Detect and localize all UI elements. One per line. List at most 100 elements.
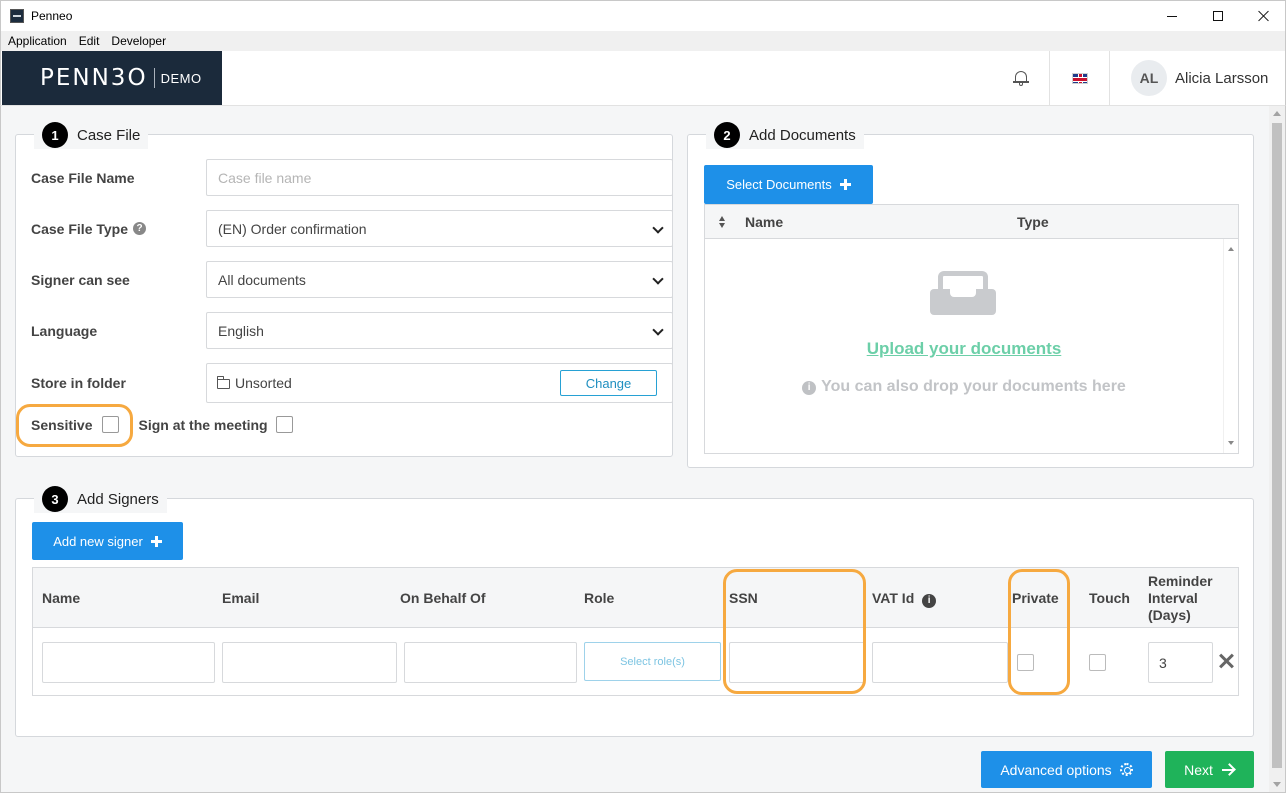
sort-icon[interactable] — [719, 216, 726, 228]
folder-field: Unsorted Change — [206, 363, 673, 403]
plus-icon — [839, 179, 851, 190]
column-header-on-behalf-of: On Behalf Of — [400, 590, 486, 606]
signer-name-input[interactable] — [42, 642, 215, 683]
page-scrollbar[interactable] — [1269, 106, 1285, 792]
private-highlight — [1008, 569, 1070, 695]
inbox-icon — [930, 271, 996, 315]
window-titlebar: Penneo — [0, 0, 1286, 31]
avatar: AL — [1131, 60, 1167, 96]
case-file-type-label: Case File Type ? — [31, 221, 191, 237]
step-number: 1 — [42, 122, 68, 148]
add-new-signer-label: Add new signer — [53, 533, 143, 549]
column-header-touch: Touch — [1089, 590, 1130, 606]
arrow-right-icon — [1221, 764, 1235, 776]
scroll-down-icon[interactable] — [1273, 782, 1281, 787]
advanced-options-button[interactable]: Advanced options — [981, 751, 1152, 788]
scroll-up-icon[interactable] — [1228, 247, 1234, 251]
uk-flag-icon — [1071, 72, 1088, 84]
language-row: Language English — [31, 312, 673, 349]
language-label: Language — [31, 322, 98, 339]
reminder-label-line2: Interval — [1148, 590, 1198, 606]
user-name: Alicia Larsson — [1175, 69, 1269, 87]
notifications-button[interactable] — [993, 51, 1050, 105]
signer-email-input[interactable] — [222, 642, 397, 683]
case-file-legend: 1 Case File — [34, 121, 149, 149]
scroll-up-icon[interactable] — [1273, 111, 1281, 116]
column-header-type[interactable]: Type — [1017, 214, 1049, 230]
menu-bar: Application Edit Developer — [0, 31, 1286, 51]
menu-edit[interactable]: Edit — [79, 34, 100, 48]
column-header-role: Role — [584, 590, 615, 606]
column-header-name[interactable]: Name — [745, 214, 783, 230]
column-header-email: Email — [222, 590, 260, 606]
signer-can-see-label: Signer can see — [31, 271, 130, 288]
brand-logo[interactable]: PENN3O DEMO — [2, 51, 222, 105]
step-number: 3 — [42, 486, 68, 512]
bell-icon — [1013, 70, 1029, 86]
step-number: 2 — [714, 122, 740, 148]
add-signers-legend: 3 Add Signers — [34, 485, 167, 513]
documents-table: Name Type Upload your documents i You can… — [704, 204, 1239, 454]
case-file-name-label: Case File Name — [31, 169, 135, 186]
info-icon[interactable]: i — [922, 594, 937, 608]
close-icon — [1258, 10, 1270, 22]
next-button[interactable]: Next — [1165, 751, 1254, 788]
signer-can-see-row: Signer can see All documents — [31, 261, 673, 298]
signer-can-see-value: All documents — [218, 271, 306, 288]
penneo-app-icon — [10, 9, 24, 23]
minimize-button[interactable] — [1149, 1, 1195, 31]
language-value: English — [218, 322, 264, 339]
sign-at-meeting-checkbox[interactable] — [275, 416, 293, 433]
drop-hint: i You can also drop your documents here — [705, 378, 1223, 396]
user-menu[interactable]: AL Alicia Larsson — [1110, 51, 1286, 105]
column-header-reminder: Reminder Interval (Days) — [1148, 573, 1213, 624]
signer-touch-checkbox[interactable] — [1089, 654, 1106, 671]
gear-icon — [1119, 763, 1133, 776]
environment-label: DEMO — [160, 70, 202, 86]
reminder-interval-input[interactable]: 3 — [1148, 642, 1213, 683]
select-documents-label: Select Documents — [726, 177, 832, 192]
case-file-name-input[interactable]: Case file name — [206, 159, 673, 196]
maximize-button[interactable] — [1195, 1, 1241, 31]
scrollbar-thumb[interactable] — [1272, 123, 1282, 768]
documents-scrollbar[interactable] — [1223, 239, 1238, 453]
next-label: Next — [1184, 761, 1213, 778]
upload-documents-link[interactable]: Upload your documents — [705, 339, 1223, 359]
case-file-type-select[interactable]: (EN) Order confirmation — [206, 210, 673, 247]
maximize-icon — [1213, 11, 1223, 21]
signer-can-see-select[interactable]: All documents — [206, 261, 673, 298]
case-file-type-value: (EN) Order confirmation — [218, 220, 367, 237]
scroll-down-icon[interactable] — [1228, 441, 1234, 445]
language-select[interactable]: English — [206, 312, 673, 349]
folder-icon — [217, 376, 230, 389]
column-header-name: Name — [42, 590, 81, 606]
documents-table-header: Name Type — [705, 205, 1238, 239]
add-signers-title: Add Signers — [77, 490, 159, 508]
window-title: Penneo — [31, 9, 73, 23]
change-folder-button[interactable]: Change — [560, 370, 657, 396]
add-documents-title: Add Documents — [749, 126, 856, 144]
signer-vat-id-input[interactable] — [872, 642, 1008, 683]
close-window-button[interactable] — [1241, 1, 1286, 31]
menu-developer[interactable]: Developer — [111, 34, 166, 48]
sensitive-highlight — [16, 404, 133, 447]
store-folder-label: Store in folder — [31, 375, 126, 391]
signer-on-behalf-of-input[interactable] — [404, 642, 577, 683]
folder-value: Unsorted — [235, 375, 292, 391]
info-icon: i — [802, 381, 817, 395]
app-header: PENN3O DEMO AL Alicia Larsson — [0, 51, 1286, 106]
help-icon[interactable]: ? — [133, 222, 147, 235]
add-documents-legend: 2 Add Documents — [706, 121, 864, 149]
chevron-down-icon — [652, 273, 664, 285]
plus-icon — [150, 535, 162, 547]
vat-id-label: VAT Id — [872, 590, 915, 606]
select-documents-button[interactable]: Select Documents — [704, 165, 873, 204]
menu-application[interactable]: Application — [8, 34, 67, 48]
case-file-type-row: Case File Type ? (EN) Order confirmation — [31, 210, 673, 247]
remove-signer-icon[interactable] — [1220, 654, 1234, 668]
case-file-name-row: Case File Name Case file name — [31, 159, 673, 196]
language-switch-button[interactable] — [1050, 51, 1110, 105]
add-new-signer-button[interactable]: Add new signer — [32, 522, 183, 560]
select-roles-button[interactable]: Select role(s) — [584, 642, 721, 681]
logo-text: PENN3O — [40, 65, 148, 91]
